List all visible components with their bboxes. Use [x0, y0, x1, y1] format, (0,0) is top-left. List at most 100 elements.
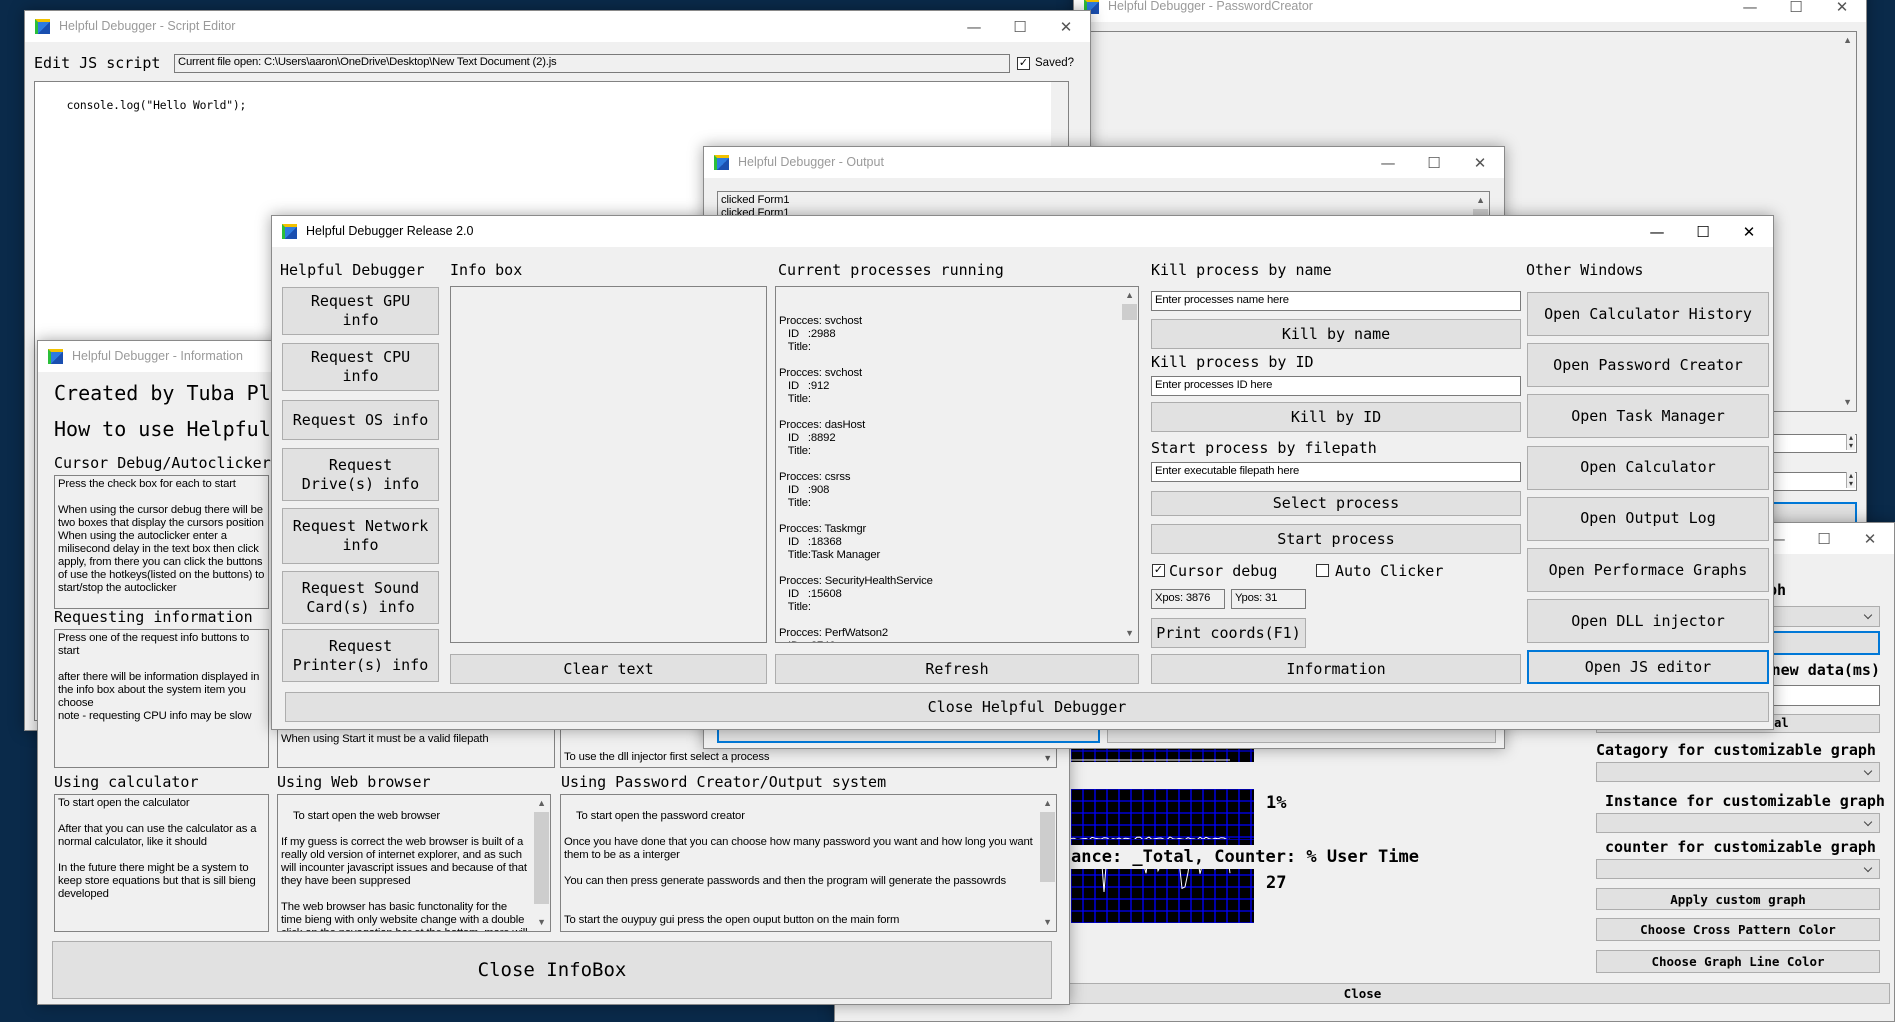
title-bar[interactable]: Helpful Debugger - Output — ☐ ✕ — [704, 147, 1504, 178]
process-id: ID :912 — [779, 380, 830, 392]
choose-graph-line-color-button[interactable]: Choose Graph Line Color — [1596, 950, 1880, 973]
refresh-button[interactable]: Refresh — [775, 654, 1139, 684]
counter-dropdown[interactable] — [1596, 859, 1880, 879]
maximize-icon[interactable]: ☐ — [1773, 0, 1819, 22]
app-icon — [35, 19, 50, 34]
request-printer-s-info-button[interactable]: Request Printer(s) info — [282, 629, 439, 682]
category-label: Catagory for customizable graph — [1596, 741, 1876, 759]
request-network-info-button[interactable]: Request Network info — [282, 508, 439, 564]
maximize-icon[interactable]: ☐ — [1680, 216, 1726, 247]
open-task-manager-button[interactable]: Open Task Manager — [1527, 394, 1769, 439]
auto-clicker-checkbox[interactable] — [1316, 564, 1329, 577]
title-bar[interactable]: Helpful Debugger Release 2.0 — ☐ ✕ — [272, 216, 1773, 247]
minimize-icon[interactable]: — — [1634, 216, 1680, 247]
main-window: Helpful Debugger Release 2.0 — ☐ ✕ Helpful… — [271, 215, 1774, 730]
title-bar[interactable]: Helpful Debugger - PasswordCreator — ☐ ✕ — [1074, 0, 1866, 22]
close-icon[interactable]: ✕ — [1726, 216, 1772, 247]
close-icon[interactable]: ✕ — [1457, 147, 1503, 178]
process-item: Procces: svchost ID :912 Title: — [779, 367, 1118, 406]
select-process-button[interactable]: Select process — [1151, 491, 1521, 516]
open-calculator-button[interactable]: Open Calculator — [1527, 445, 1769, 490]
scrollbar[interactable]: ▲ ▼ — [1839, 32, 1856, 411]
process-name: Procces: PerfWatson2 — [779, 627, 888, 639]
open-output-log-button[interactable]: Open Output Log — [1527, 496, 1769, 541]
process-name: Procces: dasHost — [779, 419, 866, 431]
open-dll-injector-button[interactable]: Open DLL injector — [1527, 599, 1769, 644]
process-title: Title: — [779, 341, 811, 353]
information-button[interactable]: Information — [1151, 654, 1521, 684]
info-box[interactable] — [450, 286, 767, 643]
cursor-debug-checkbox[interactable]: ✓ — [1152, 564, 1165, 577]
scroll-up-icon[interactable]: ▲ — [533, 795, 550, 812]
title-bar[interactable]: Helpful Debugger - Script Editor — ☐ ✕ — [25, 11, 1090, 42]
request-drive-s-info-button[interactable]: Request Drive(s) info — [282, 448, 439, 501]
processes-list[interactable]: Procces: svchost ID :2988 Title: Procces:… — [775, 286, 1139, 643]
requesting-section-label: Requesting information — [54, 608, 253, 626]
open-js-editor-button[interactable]: Open JS editor — [1527, 650, 1769, 685]
start-process-label: Start process by filepath — [1151, 439, 1377, 457]
kill-by-name-button[interactable]: Kill by name — [1151, 319, 1521, 349]
category-dropdown[interactable] — [1596, 762, 1880, 782]
open-performace-graphs-button[interactable]: Open Performace Graphs — [1527, 548, 1769, 592]
password-length-stepper[interactable] — [1771, 472, 1857, 491]
kill-id-input[interactable]: Enter processes ID here — [1151, 376, 1521, 396]
maximize-icon[interactable]: ☐ — [1411, 147, 1457, 178]
current-file-field: Current file open: C:\Users\aaron\OneDri… — [174, 54, 1010, 73]
clear-text-button[interactable]: Clear text — [450, 654, 767, 684]
close-helpful-debugger-button[interactable]: Close Helpful Debugger — [285, 692, 1769, 722]
processes-label: Current processes running — [778, 261, 1004, 279]
scroll-up-icon[interactable]: ▲ — [1839, 32, 1856, 49]
kill-by-id-button[interactable]: Kill by ID — [1151, 402, 1521, 432]
process-item: Procces: csrss ID :908 Title: — [779, 471, 1118, 510]
process-name: Procces: SecurityHealthService — [779, 575, 933, 587]
calculator-section-label: Using calculator — [54, 773, 199, 791]
minimize-icon[interactable]: — — [951, 11, 997, 42]
instance-dropdown[interactable] — [1596, 813, 1880, 833]
process-id: ID :15608 — [779, 588, 842, 600]
requesting-section-text: Press one of the request info buttons to… — [54, 629, 269, 768]
scroll-down-icon[interactable]: ▼ — [1039, 914, 1056, 931]
browser-section: To start open the web browser If my gues… — [277, 794, 551, 932]
process-id: ID :908 — [779, 484, 830, 496]
kill-name-input[interactable]: Enter processes name here — [1151, 291, 1521, 311]
scroll-up-icon[interactable]: ▲ — [1472, 192, 1489, 209]
request-sound-card-s-info-button[interactable]: Request Sound Card(s) info — [282, 571, 439, 624]
scroll-up-icon[interactable]: ▲ — [1039, 795, 1056, 812]
password-count-stepper[interactable] — [1771, 434, 1857, 453]
apply-custom-graph-button[interactable]: Apply custom graph — [1596, 888, 1880, 910]
scrollbar-thumb[interactable] — [1122, 304, 1137, 320]
scroll-up-icon[interactable]: ▲ — [1121, 287, 1138, 304]
instance-label: Instance for customizable graph — [1605, 792, 1885, 810]
minimize-icon[interactable]: — — [1727, 0, 1773, 22]
scroll-down-icon[interactable]: ▼ — [1839, 394, 1856, 411]
open-calculator-history-button[interactable]: Open Calculator History — [1527, 292, 1769, 336]
output-line: clicked Form1 — [721, 194, 790, 206]
maximize-icon[interactable]: ☐ — [1801, 523, 1847, 554]
browser-section-text: To start open the web browser If my gues… — [281, 810, 528, 931]
close-infobox-button[interactable]: Close InfoBox — [52, 941, 1052, 999]
print-coords-button[interactable]: Print coords(F1) — [1151, 618, 1306, 648]
scroll-down-icon[interactable]: ▼ — [1121, 625, 1138, 642]
close-icon[interactable]: ✕ — [1847, 523, 1893, 554]
counter-label: counter for customizable graph — [1605, 838, 1876, 856]
close-icon[interactable]: ✕ — [1043, 11, 1089, 42]
maximize-icon[interactable]: ☐ — [997, 11, 1043, 42]
request-os-info-button[interactable]: Request OS info — [282, 400, 439, 440]
minimize-icon[interactable]: — — [1365, 147, 1411, 178]
saved-checkbox[interactable]: ✓ — [1017, 57, 1030, 70]
process-name: Procces: csrss — [779, 471, 851, 483]
close-icon[interactable]: ✕ — [1819, 0, 1865, 22]
scroll-down-icon[interactable]: ▼ — [1043, 752, 1052, 765]
request-cpu-info-button[interactable]: Request CPU info — [282, 343, 439, 391]
start-process-button[interactable]: Start process — [1151, 524, 1521, 554]
scrollbar[interactable]: ▲ ▼ — [533, 795, 550, 931]
scroll-down-icon[interactable]: ▼ — [533, 914, 550, 931]
performance-graph-2 — [1071, 789, 1254, 843]
process-item: Procces: dasHost ID :8892 Title: — [779, 419, 1118, 458]
filepath-input[interactable]: Enter executable filepath here — [1151, 462, 1521, 482]
choose-cross-pattern-color-button[interactable]: Choose Cross Pattern Color — [1596, 918, 1880, 941]
open-password-creator-button[interactable]: Open Password Creator — [1527, 343, 1769, 388]
scrollbar[interactable]: ▲ ▼ — [1121, 287, 1138, 642]
request-gpu-info-button[interactable]: Request GPU info — [282, 287, 439, 335]
scrollbar[interactable]: ▲ ▼ — [1039, 795, 1056, 931]
